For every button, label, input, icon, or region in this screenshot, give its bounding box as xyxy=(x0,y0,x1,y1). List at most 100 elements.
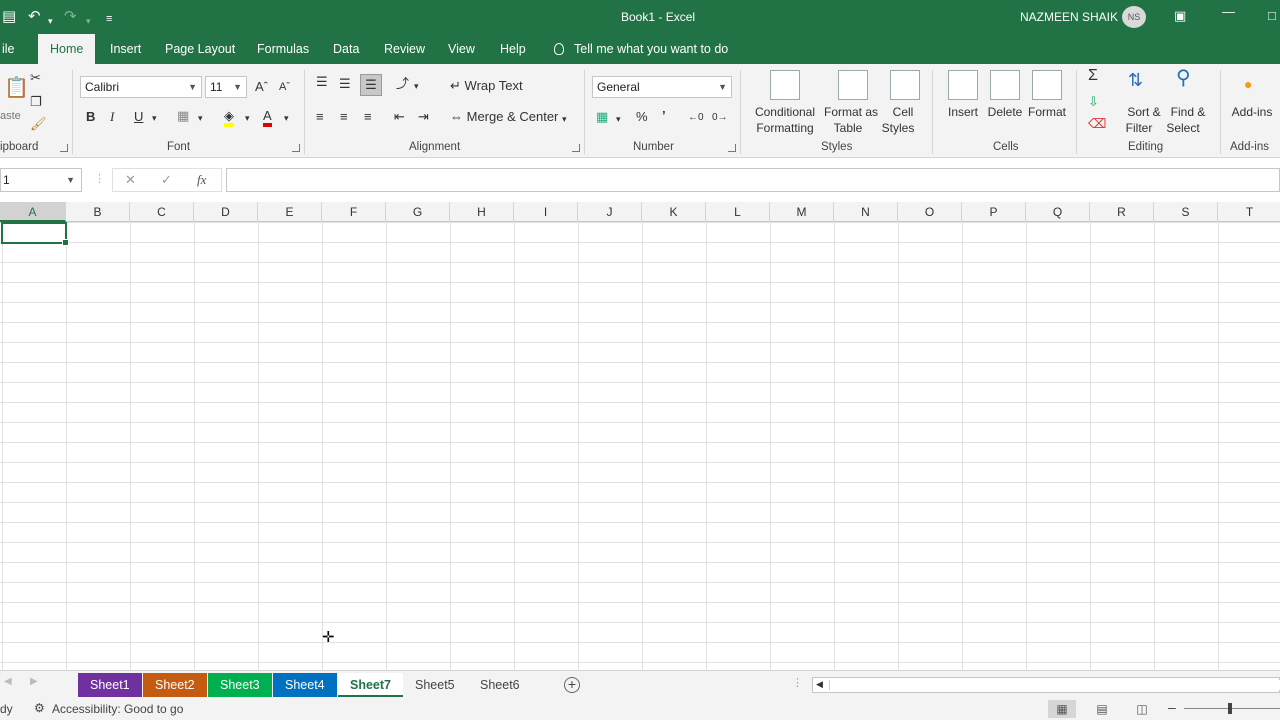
find-select-icon[interactable]: ⚲ xyxy=(1176,68,1191,88)
column-header-f[interactable]: F xyxy=(322,202,386,222)
redo-dropdown-icon[interactable]: ▾ xyxy=(86,12,91,30)
accounting-dropdown-icon[interactable]: ▾ xyxy=(616,111,621,127)
insert-label[interactable]: Insert xyxy=(942,104,984,120)
column-header-t[interactable]: T xyxy=(1218,202,1280,222)
paste-icon[interactable]: 📋 xyxy=(4,78,29,98)
cancel-icon[interactable]: ✕ xyxy=(125,172,136,188)
fill-icon[interactable]: ⇩ xyxy=(1088,94,1099,110)
tab-data[interactable]: Data xyxy=(331,34,361,64)
merge-dropdown-icon[interactable]: ▾ xyxy=(562,111,567,127)
autosum-icon[interactable]: Σ xyxy=(1088,68,1098,84)
insert-cells-icon[interactable] xyxy=(948,70,978,100)
name-box[interactable]: 1 ▼ xyxy=(0,168,82,192)
customize-qat-icon[interactable]: ≡ xyxy=(106,10,112,28)
tab-formulas[interactable]: Formulas xyxy=(255,34,311,64)
new-sheet-button[interactable]: + xyxy=(564,677,580,693)
wrap-text-button[interactable]: ↵ Wrap Text xyxy=(450,78,523,94)
middle-align-icon[interactable]: ☰ xyxy=(339,76,351,92)
addins-button-label[interactable]: Add-ins xyxy=(1228,104,1276,120)
column-header-o[interactable]: O xyxy=(898,202,962,222)
column-header-m[interactable]: M xyxy=(770,202,834,222)
copy-icon[interactable]: ❐ xyxy=(30,94,42,110)
column-header-i[interactable]: I xyxy=(514,202,578,222)
scroll-left-icon[interactable]: ◀ xyxy=(4,676,12,687)
zoom-slider-knob[interactable] xyxy=(1228,703,1232,714)
user-name[interactable]: NAZMEEN SHAIK xyxy=(1020,10,1118,24)
column-header-g[interactable]: G xyxy=(386,202,450,222)
split-handle-icon[interactable]: ⋮ xyxy=(792,676,803,689)
sort-filter-label-1[interactable]: Sort & xyxy=(1124,104,1164,120)
sheet-tab-sheet4[interactable]: Sheet4 xyxy=(273,673,337,697)
accounting-format-icon[interactable]: ▦ xyxy=(596,109,608,125)
merge-center-button[interactable]: ⇔ Merge & Center xyxy=(450,109,558,125)
column-header-h[interactable]: H xyxy=(450,202,514,222)
addins-icon[interactable]: ● xyxy=(1244,76,1252,92)
restore-icon[interactable]: □ xyxy=(1268,8,1276,23)
find-select-label-2[interactable]: Select xyxy=(1164,120,1202,136)
align-right-icon[interactable]: ≡ xyxy=(364,109,372,125)
font-launcher-icon[interactable] xyxy=(292,144,300,152)
undo-icon[interactable]: ↶ xyxy=(28,8,41,26)
column-header-n[interactable]: N xyxy=(834,202,898,222)
scroll-right-icon[interactable]: ▶ xyxy=(30,676,38,687)
page-layout-view-icon[interactable]: ▤ xyxy=(1088,700,1116,718)
top-align-icon[interactable]: ☰ xyxy=(316,74,328,90)
bottom-align-icon[interactable]: ☰ xyxy=(360,74,382,96)
orientation-dropdown-icon[interactable]: ▾ xyxy=(414,78,419,94)
number-launcher-icon[interactable] xyxy=(728,144,736,152)
alignment-launcher-icon[interactable] xyxy=(572,144,580,152)
column-header-l[interactable]: L xyxy=(706,202,770,222)
fill-color-icon[interactable]: ◈ xyxy=(224,108,234,127)
tab-help[interactable]: Help xyxy=(498,34,528,64)
save-icon[interactable]: ▤ xyxy=(2,8,16,26)
active-cell-a1[interactable] xyxy=(1,222,69,246)
minimize-icon[interactable]: — xyxy=(1222,4,1235,19)
borders-icon[interactable]: ▦ xyxy=(177,108,189,124)
zoom-out-icon[interactable]: – xyxy=(1168,699,1176,715)
percent-button[interactable]: % xyxy=(636,109,648,125)
tab-insert[interactable]: Insert xyxy=(108,34,143,64)
fill-color-dropdown-icon[interactable]: ▾ xyxy=(245,110,250,126)
format-painter-icon[interactable]: 🖌 xyxy=(30,116,47,132)
scroll-left-arrow-icon[interactable]: ◀ xyxy=(816,679,823,690)
number-format-combo[interactable]: General ▼ xyxy=(592,76,732,98)
comma-button[interactable]: ’ xyxy=(662,108,666,124)
accessibility-icon[interactable]: ⚙ xyxy=(34,701,45,715)
increase-indent-icon[interactable]: ⇥ xyxy=(418,109,429,125)
formula-input[interactable] xyxy=(226,168,1280,192)
font-color-dropdown-icon[interactable]: ▾ xyxy=(284,110,289,126)
cell-styles-label-1[interactable]: Cell xyxy=(886,104,920,120)
column-header-c[interactable]: C xyxy=(130,202,194,222)
font-size-combo[interactable]: 11 ▼ xyxy=(205,76,247,98)
column-header-r[interactable]: R xyxy=(1090,202,1154,222)
tab-home[interactable]: Home xyxy=(38,34,96,64)
column-header-s[interactable]: S xyxy=(1154,202,1218,222)
conditional-formatting-icon[interactable] xyxy=(770,70,800,100)
redo-icon[interactable]: ↷ xyxy=(64,8,77,26)
normal-view-icon[interactable]: ▦ xyxy=(1048,700,1076,718)
find-select-label-1[interactable]: Find & xyxy=(1168,104,1208,120)
zoom-slider[interactable] xyxy=(1184,703,1280,714)
tab-page-layout[interactable]: Page Layout xyxy=(163,34,237,64)
tab-view[interactable]: View xyxy=(446,34,477,64)
column-header-a[interactable]: A xyxy=(0,202,66,222)
column-header-q[interactable]: Q xyxy=(1026,202,1090,222)
orientation-icon[interactable]: ⤴ xyxy=(396,76,409,92)
conditional-formatting-label-2[interactable]: Formatting xyxy=(746,120,824,136)
sheet-tab-sheet6[interactable]: Sheet6 xyxy=(468,673,532,697)
sheet-tab-sheet3[interactable]: Sheet3 xyxy=(208,673,272,697)
cell-styles-label-2[interactable]: Styles xyxy=(880,120,916,136)
avatar[interactable]: NS xyxy=(1122,6,1146,28)
enter-icon[interactable]: ✓ xyxy=(161,172,172,188)
column-header-b[interactable]: B xyxy=(66,202,130,222)
clipboard-launcher-icon[interactable] xyxy=(60,144,68,152)
tab-review[interactable]: Review xyxy=(382,34,427,64)
bold-button[interactable]: B xyxy=(86,109,95,125)
align-left-icon[interactable]: ≡ xyxy=(316,109,324,125)
tab-file[interactable]: ile xyxy=(0,34,17,64)
scrollbar-thumb[interactable] xyxy=(829,680,1280,690)
accessibility-status[interactable]: Accessibility: Good to go xyxy=(52,702,183,716)
column-header-k[interactable]: K xyxy=(642,202,706,222)
drag-handle-icon[interactable]: ⋮ xyxy=(94,172,105,185)
conditional-formatting-label-1[interactable]: Conditional xyxy=(750,104,820,120)
